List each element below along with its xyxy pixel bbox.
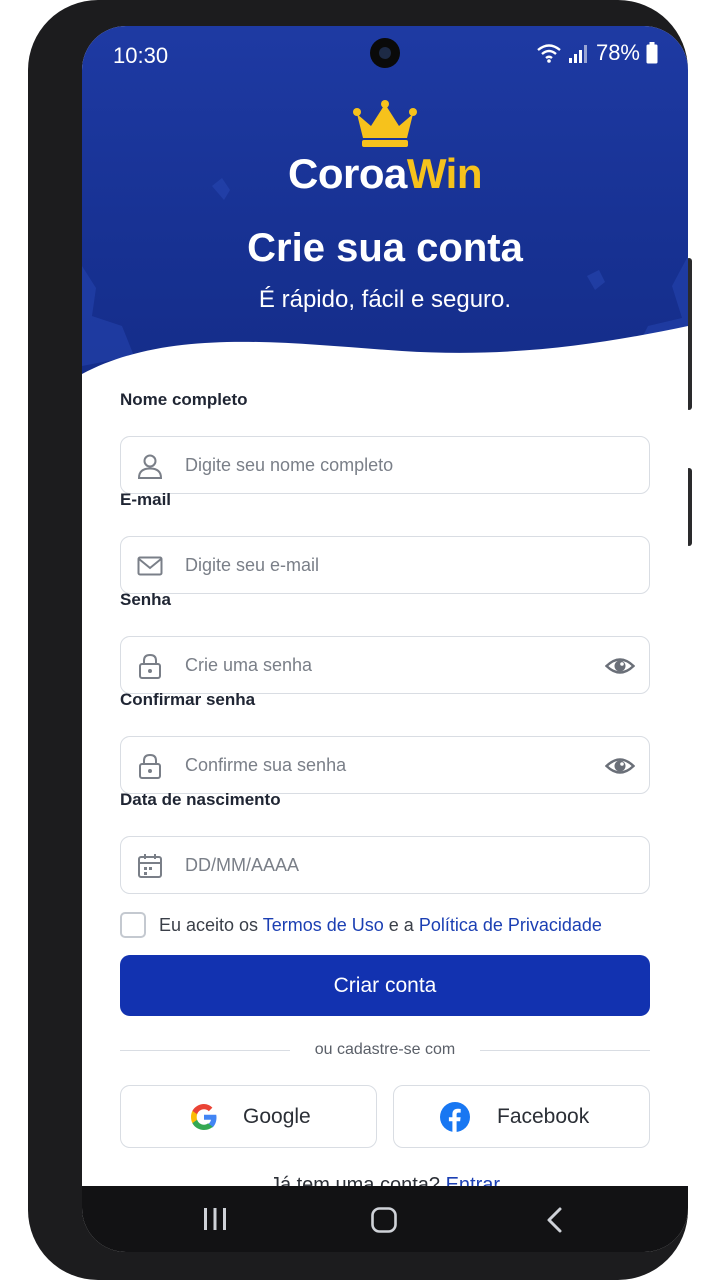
- email-input[interactable]: Digite seu e-mail: [120, 536, 650, 594]
- recent-apps-icon[interactable]: [202, 1206, 228, 1232]
- social-divider: ou cadastre-se com: [120, 1039, 650, 1061]
- confirm-password-input[interactable]: Confirme sua senha: [120, 736, 650, 794]
- google-signup-button[interactable]: Google: [120, 1085, 377, 1148]
- email-placeholder: Digite seu e-mail: [185, 555, 320, 575]
- back-icon[interactable]: [544, 1206, 566, 1234]
- brand-logo: CoroaWin: [82, 150, 688, 198]
- system-nav-bar: [82, 1186, 688, 1252]
- birth-date-input[interactable]: DD/MM/AAAA: [120, 836, 650, 894]
- google-label: Google: [243, 1105, 311, 1128]
- signal-icon: [568, 45, 587, 63]
- page-subtitle: É rápido, fácil e seguro.: [258, 286, 512, 313]
- user-icon: [137, 454, 163, 479]
- home-icon[interactable]: [370, 1206, 398, 1234]
- full-name-label: Nome completo: [120, 390, 248, 409]
- brand-name-part1: Coroa: [288, 150, 407, 197]
- terms-row: Eu aceito os Termos de Uso e a Política …: [120, 910, 650, 940]
- mail-icon: [137, 556, 163, 576]
- birth-date-label: Data de nascimento: [120, 790, 281, 809]
- lock-icon: [139, 653, 161, 679]
- status-bar: 10:30 78%: [82, 26, 688, 84]
- page-title: Crie sua conta: [247, 226, 523, 270]
- battery-percent: 78%: [595, 40, 640, 65]
- email-label: E-mail: [120, 490, 172, 509]
- terms-prefix: Eu aceito os: [159, 915, 263, 935]
- facebook-label: Facebook: [497, 1105, 590, 1128]
- status-time: 10:30: [113, 43, 169, 68]
- terms-of-use-link[interactable]: Termos de Uso: [263, 915, 384, 935]
- full-name-placeholder: Digite seu nome completo: [185, 455, 394, 475]
- hero-header: 10:30 78% CoroaWin Crie sua conta É rápi…: [82, 26, 688, 398]
- terms-middle: e a: [383, 915, 419, 935]
- wifi-icon: [537, 44, 561, 63]
- lock-icon: [139, 753, 161, 779]
- confirm-password-placeholder: Confirme sua senha: [185, 755, 347, 775]
- brand-name-part2: Win: [406, 150, 483, 197]
- password-label: Senha: [120, 590, 172, 609]
- eye-icon[interactable]: [605, 754, 635, 778]
- calendar-icon: [138, 854, 162, 878]
- create-account-button[interactable]: Criar conta: [120, 955, 650, 1016]
- privacy-policy-link[interactable]: Política de Privacidade: [419, 915, 602, 935]
- password-placeholder: Crie uma senha: [185, 655, 313, 675]
- google-icon: [191, 1104, 217, 1130]
- eye-icon[interactable]: [605, 654, 635, 678]
- crown-icon: [353, 100, 417, 147]
- facebook-signup-button[interactable]: Facebook: [393, 1085, 650, 1148]
- password-input[interactable]: Crie uma senha: [120, 636, 650, 694]
- full-name-input[interactable]: Digite seu nome completo: [120, 436, 650, 494]
- facebook-icon: [440, 1102, 470, 1132]
- terms-checkbox[interactable]: [120, 912, 146, 938]
- birth-date-placeholder: DD/MM/AAAA: [185, 855, 300, 875]
- front-camera: [370, 38, 400, 68]
- confirm-password-label: Confirmar senha: [120, 690, 256, 709]
- screen: 10:30 78% CoroaWin Crie sua conta É rápi…: [82, 26, 688, 1252]
- battery-icon: [646, 42, 658, 64]
